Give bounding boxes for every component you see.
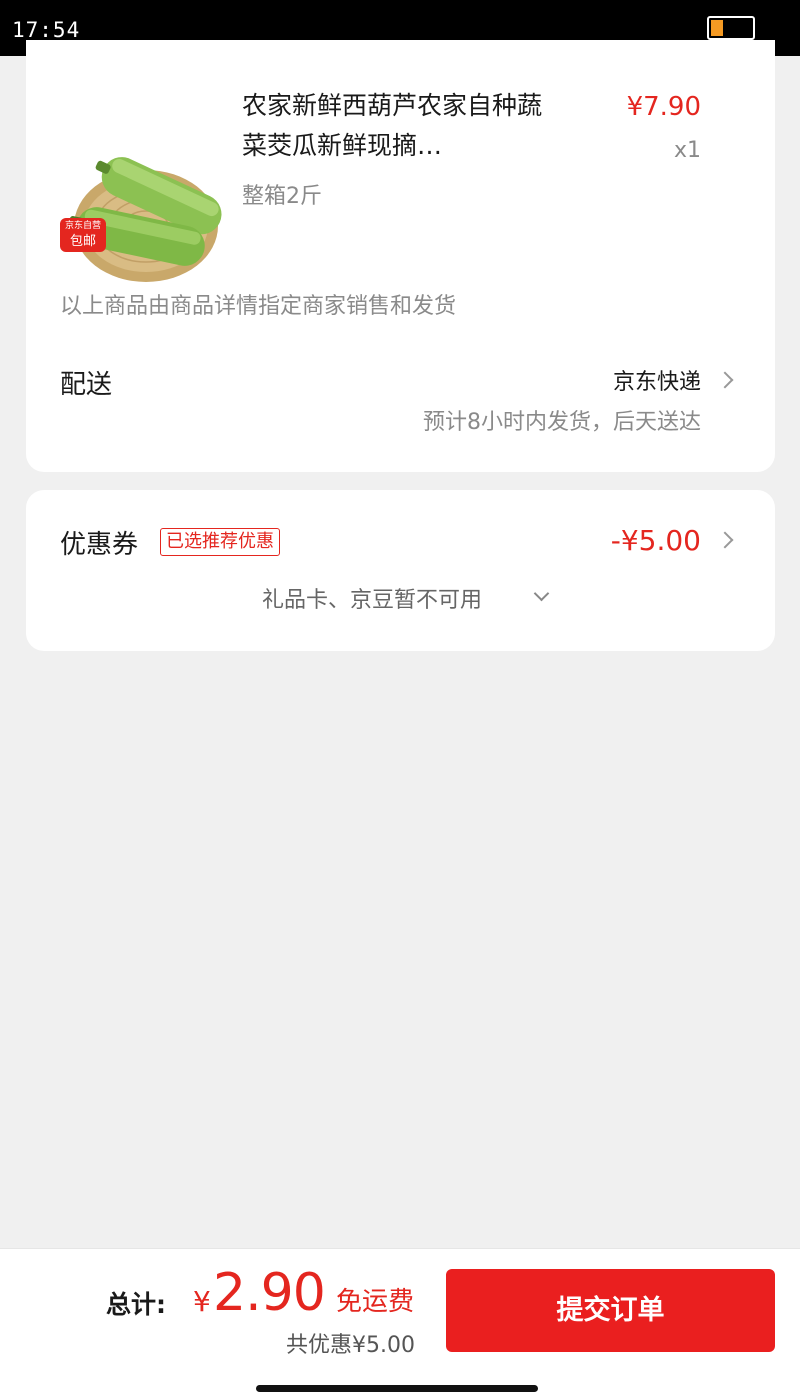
battery-icon [707,16,755,40]
free-shipping-label: 免运费 [336,1287,415,1317]
total-currency: ¥ [193,1285,211,1318]
discount-amount: ¥5.00 [352,1333,415,1358]
product-card: 京东自营 包邮 农家新鲜西葫芦农家自种蔬菜茭瓜新鲜现摘… 整箱2斤 ¥7.90 … [26,40,775,472]
delivery-eta: 预计8小时内发货，后天送达 [423,410,701,435]
delivery-method[interactable]: 京东快递 [613,364,701,396]
status-time: 17:54 [12,18,81,42]
chevron-down-icon[interactable] [533,585,550,602]
delivery-label: 配送 [60,370,113,400]
coupon-card: 优惠券 已选推荐优惠 -¥5.00 礼品卡、京豆暂不可用 [26,490,775,651]
submit-order-button[interactable]: 提交订单 [446,1269,775,1352]
product-image[interactable] [58,116,228,291]
coupon-amount[interactable]: -¥5.00 [611,524,701,557]
seller-note: 以上商品由商品详情指定商家销售和发货 [60,294,457,319]
giftcard-note[interactable]: 礼品卡、京豆暂不可用 [262,582,482,614]
badge-self-operated: 京东自营 [64,221,101,231]
discount-total: 共优惠¥5.00 [286,1327,415,1359]
bottom-bar: 总计: ¥ 2.90 免运费 共优惠¥5.00 提交订单 [0,1248,800,1400]
product-price: ¥7.90 [626,92,701,122]
chevron-right-icon[interactable] [716,531,734,549]
coupon-label: 优惠券 [60,530,139,560]
chevron-right-icon[interactable] [716,371,734,389]
home-indicator[interactable] [256,1385,538,1392]
discount-label: 共优惠 [286,1333,353,1358]
product-quantity: x1 [673,138,701,163]
coupon-tag: 已选推荐优惠 [160,528,280,556]
total-amount: 2.90 [213,1263,326,1323]
free-shipping-badge: 京东自营 包邮 [60,218,106,252]
product-title[interactable]: 农家新鲜西葫芦农家自种蔬菜茭瓜新鲜现摘… [242,86,552,166]
badge-free-shipping: 包邮 [69,234,96,249]
battery-level [711,20,723,36]
product-spec: 整箱2斤 [242,184,322,209]
total-label: 总计: [106,1290,166,1319]
